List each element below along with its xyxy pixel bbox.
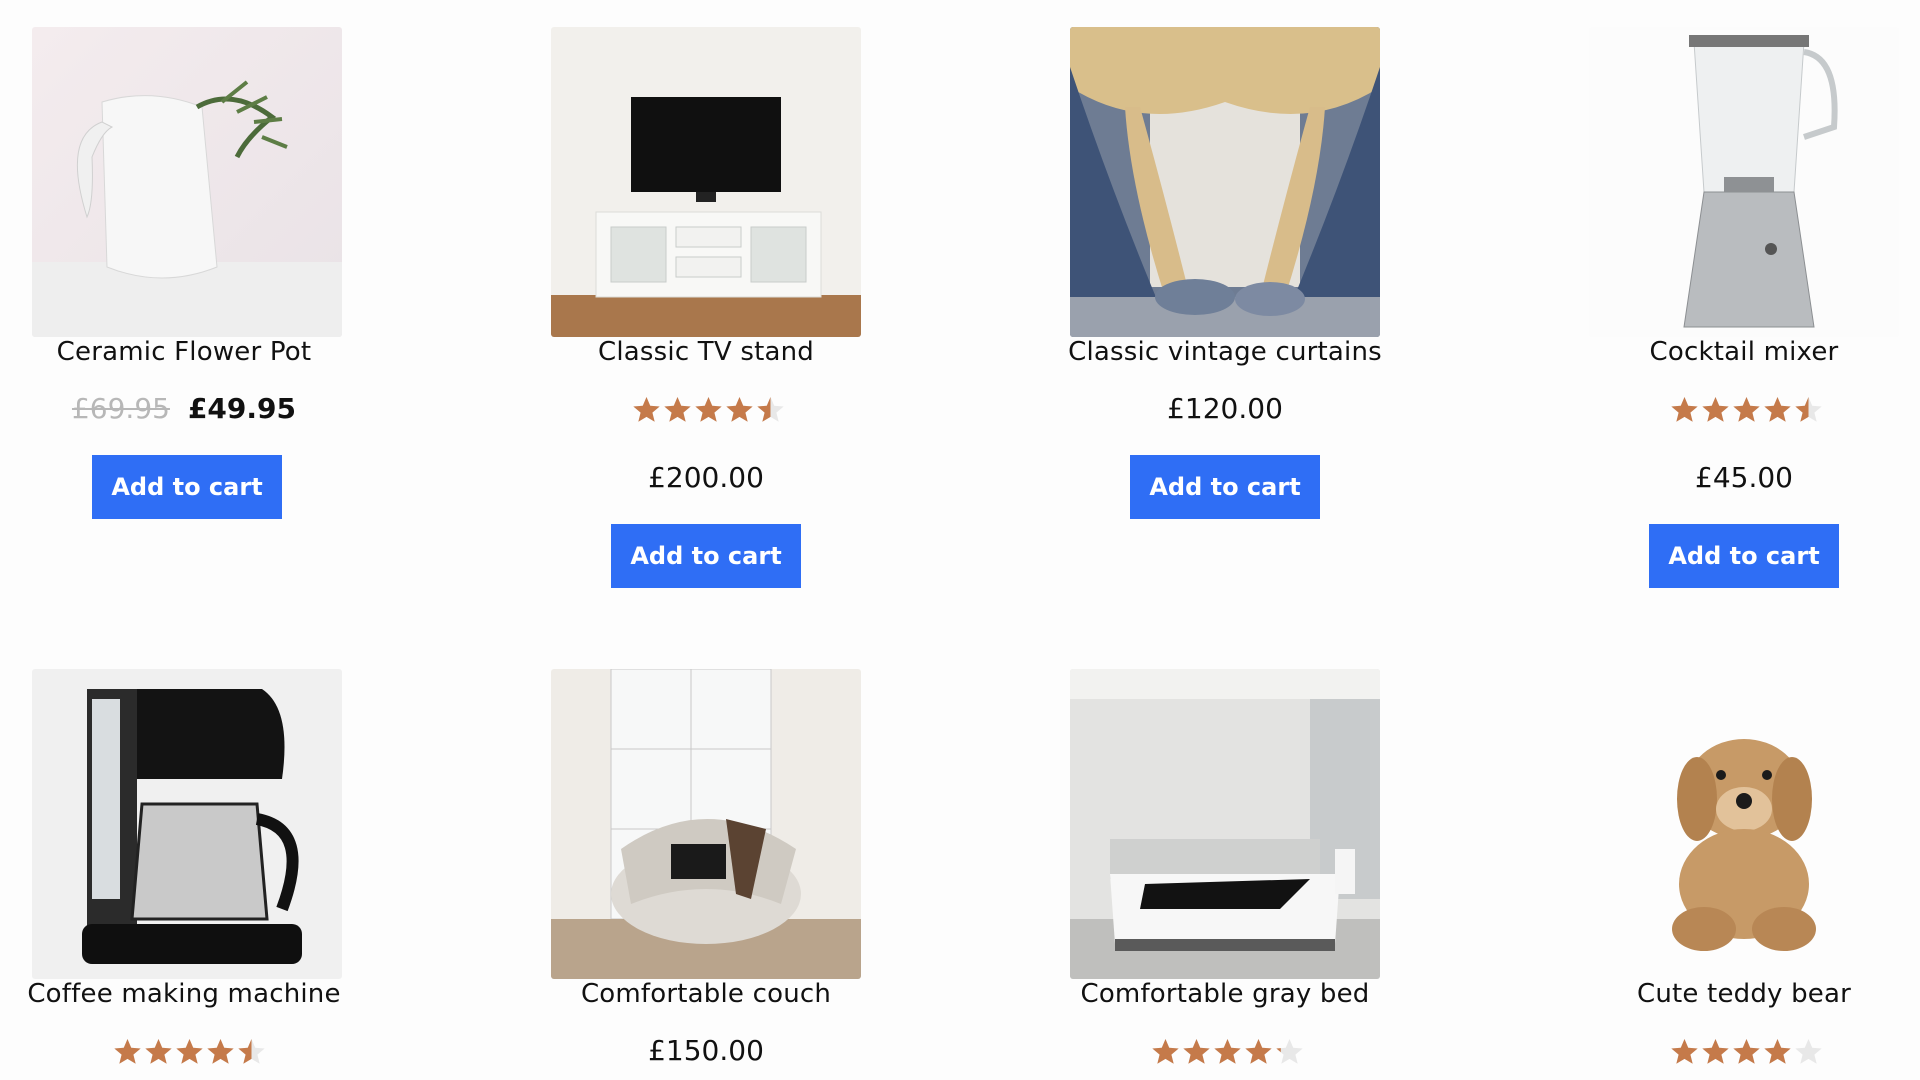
star-icon [1764,397,1791,422]
star-icon [1795,1039,1822,1064]
tv-stand-image [551,27,861,337]
product-price: £200.00 [648,461,764,494]
product-image[interactable] [551,669,861,979]
product-image[interactable] [551,27,861,337]
blender-image [1589,27,1899,337]
star-icon [1183,1039,1210,1064]
teddy-bear-image [1589,669,1899,979]
star-icon [1702,1039,1729,1064]
star-icon [1795,397,1822,422]
star-icon [1214,1039,1241,1064]
couch-image [551,669,861,979]
rating-stars [1670,396,1823,426]
product-image[interactable] [1070,669,1380,979]
star-icon [145,1039,172,1064]
star-icon [1733,1039,1760,1064]
coffee-maker-image [32,669,342,979]
product-title[interactable]: Cocktail mixer [1484,335,1920,369]
star-icon [1245,1039,1272,1064]
star-icon [1152,1039,1179,1064]
star-icon [1276,1039,1303,1064]
star-icon [1671,397,1698,422]
old-price: £69.95 [71,392,170,425]
product-title[interactable]: Classic TV stand [446,335,966,369]
star-icon [1702,397,1729,422]
star-icon [757,397,784,422]
product-image[interactable] [32,27,342,337]
product-title[interactable]: Cute teddy bear [1484,977,1920,1011]
product-price: £150.00 [648,1034,764,1067]
product-title[interactable]: Classic vintage curtains [965,335,1485,369]
product-price: £45.00 [1695,461,1793,494]
star-icon [176,1039,203,1064]
product-title[interactable]: Comfortable couch [446,977,966,1011]
add-to-cart-button[interactable]: Add to cart [92,455,282,519]
star-icon [1733,397,1760,422]
pitcher-image [32,27,342,337]
product-image[interactable] [32,669,342,979]
star-icon [1671,1039,1698,1064]
product-image[interactable] [1589,27,1899,337]
curtains-image [1070,27,1380,337]
star-icon [114,1039,141,1064]
add-to-cart-button[interactable]: Add to cart [1130,455,1320,519]
star-icon [633,397,660,422]
product-title[interactable]: Comfortable gray bed [965,977,1485,1011]
product-price: £69.95 £49.95 [0,392,444,426]
product-title[interactable]: Coffee making machine [0,977,444,1011]
add-to-cart-button[interactable]: Add to cart [611,524,801,588]
star-icon [664,397,691,422]
star-icon [695,397,722,422]
sale-price: £49.95 [187,392,297,425]
product-image[interactable] [1070,27,1380,337]
add-to-cart-button[interactable]: Add to cart [1649,524,1839,588]
star-icon [207,1039,234,1064]
star-icon [238,1039,265,1064]
product-title[interactable]: Ceramic Flower Pot [0,335,444,369]
star-icon [726,397,753,422]
star-icon [1764,1039,1791,1064]
product-grid: Ceramic Flower Pot £69.95 £49.95 Add to c… [0,0,1920,1080]
product-price: £120.00 [1167,392,1283,425]
rating-stars [632,396,785,426]
rating-stars [1670,1038,1823,1068]
rating-stars [1151,1038,1304,1068]
bed-image [1070,669,1380,979]
rating-stars [113,1038,266,1068]
product-image[interactable] [1589,669,1899,979]
